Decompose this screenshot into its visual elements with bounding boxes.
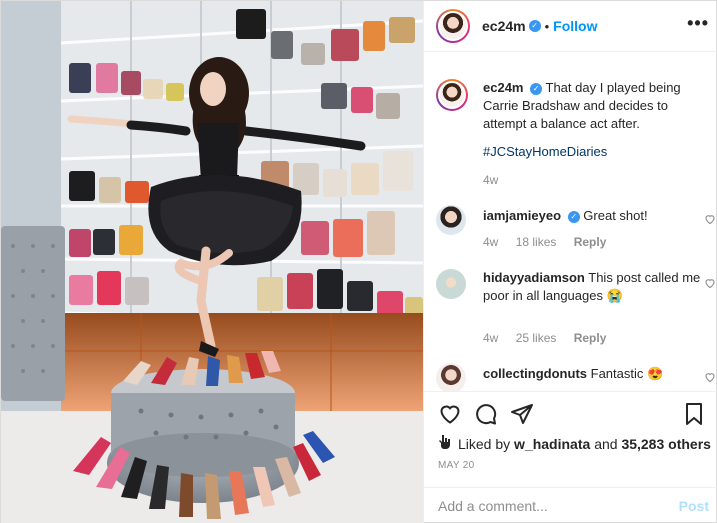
comment-meta: 4w 25 likes Reply bbox=[483, 331, 620, 345]
post-date[interactable]: MAY 20 bbox=[438, 460, 474, 471]
liked-by-and: and bbox=[594, 435, 618, 452]
commenter-username[interactable]: iamjamieyeo bbox=[483, 208, 561, 223]
comment-time[interactable]: 4w bbox=[483, 235, 498, 249]
liked-by-hand-icon bbox=[438, 434, 452, 453]
photo-illustration bbox=[1, 1, 423, 523]
comment-meta: 4w 18 likes Reply bbox=[483, 235, 620, 249]
commenter-username[interactable]: hidayyadiamson bbox=[483, 270, 585, 285]
caption-avatar[interactable] bbox=[436, 79, 468, 111]
hashtag-link[interactable]: #JCStayHomeDiaries bbox=[483, 144, 607, 159]
comment-text: hidayyadiamson This post called me poor … bbox=[483, 269, 703, 305]
likes-summary: Liked by w_hadinata and 35,283 others bbox=[438, 434, 711, 453]
save-bookmark-icon[interactable] bbox=[682, 402, 706, 426]
add-comment-input[interactable]: Add a comment... bbox=[438, 498, 658, 514]
caption-text: ec24m ✓ That day I played being Carrie B… bbox=[483, 79, 703, 133]
post-comment-button[interactable]: Post bbox=[679, 498, 709, 514]
reply-button[interactable]: Reply bbox=[574, 235, 607, 249]
verified-badge-icon: ✓ bbox=[528, 20, 541, 32]
comment-body: Fantastic 😍 bbox=[590, 366, 664, 381]
like-heart-icon[interactable] bbox=[438, 402, 462, 426]
comment-likes[interactable]: 18 likes bbox=[516, 235, 557, 249]
like-comment-heart-icon[interactable] bbox=[704, 277, 716, 289]
comment-body: Great shot! bbox=[583, 208, 648, 223]
reply-button[interactable]: Reply bbox=[574, 331, 607, 345]
commenter-username[interactable]: collectingdonuts bbox=[483, 366, 587, 381]
caption-username[interactable]: ec24m bbox=[483, 80, 523, 95]
post-photo[interactable] bbox=[1, 1, 423, 523]
separator-dot: • bbox=[544, 18, 550, 34]
liked-by-user[interactable]: w_hadinata bbox=[514, 436, 590, 452]
more-options-icon[interactable]: ••• bbox=[687, 13, 709, 34]
comment-text: iamjamieyeo ✓ Great shot! bbox=[483, 207, 703, 225]
caption-time[interactable]: 4w bbox=[483, 173, 498, 187]
action-icons-row bbox=[438, 402, 708, 426]
comment-text: collectingdonuts Fantastic 😍 bbox=[483, 365, 703, 383]
liked-by-prefix: Liked by bbox=[458, 435, 511, 452]
likes-count[interactable]: 35,283 others bbox=[621, 436, 711, 452]
post-actions: Liked by w_hadinata and 35,283 others MA… bbox=[424, 391, 717, 523]
caption-meta: 4w bbox=[483, 173, 512, 187]
post-header: ec24m ✓ • Follow ••• bbox=[424, 1, 717, 52]
verified-badge-icon: ✓ bbox=[530, 83, 543, 95]
comments-list: ec24m ✓ That day I played being Carrie B… bbox=[424, 53, 717, 391]
like-comment-heart-icon[interactable] bbox=[704, 213, 716, 225]
comment-time[interactable]: 4w bbox=[483, 331, 498, 345]
instagram-post-frame: ec24m ✓ • Follow ••• ec24m ✓ That day I … bbox=[0, 0, 717, 523]
commenter-avatar[interactable] bbox=[436, 363, 466, 391]
follow-button[interactable]: Follow bbox=[553, 18, 597, 34]
comment-likes[interactable]: 25 likes bbox=[516, 331, 557, 345]
verified-badge-icon: ✓ bbox=[567, 211, 580, 223]
comment-bubble-icon[interactable] bbox=[474, 402, 498, 426]
author-username[interactable]: ec24m bbox=[482, 18, 526, 34]
commenter-avatar[interactable] bbox=[436, 205, 466, 235]
caption-hashtag-line: #JCStayHomeDiaries bbox=[483, 143, 703, 161]
add-comment-bar: Add a comment... Post bbox=[424, 487, 717, 523]
commenter-avatar[interactable] bbox=[436, 269, 466, 299]
share-plane-icon[interactable] bbox=[510, 402, 534, 426]
post-sidebar: ec24m ✓ • Follow ••• ec24m ✓ That day I … bbox=[423, 1, 717, 523]
author-avatar[interactable] bbox=[436, 9, 470, 43]
like-comment-heart-icon[interactable] bbox=[704, 371, 716, 383]
